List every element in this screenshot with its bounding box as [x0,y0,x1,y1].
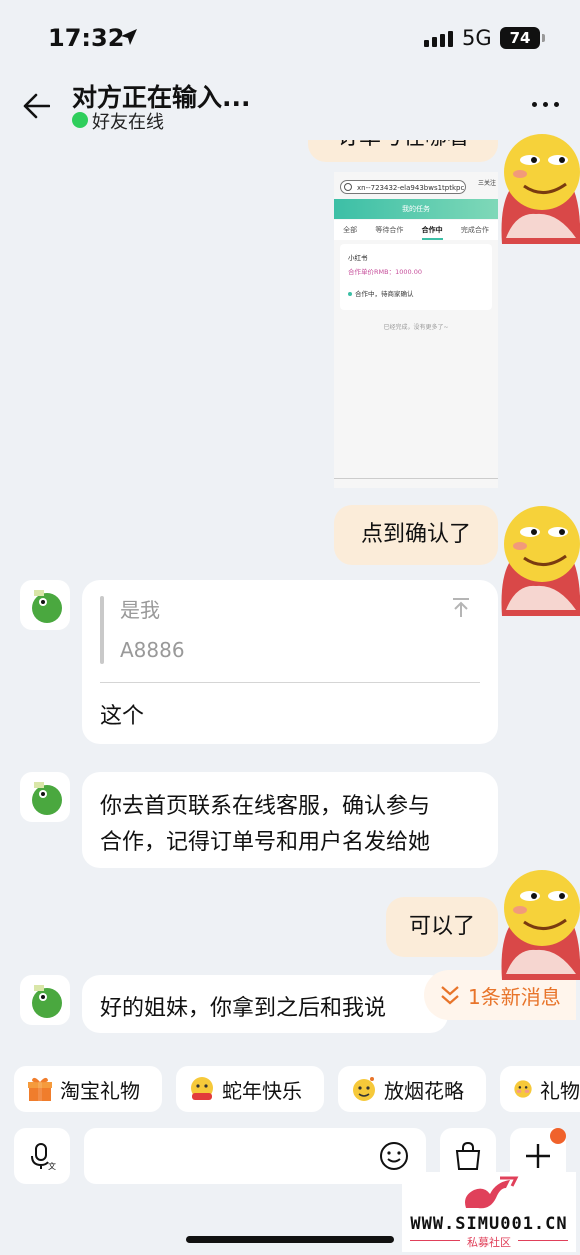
message-text: 订单号在哪看 [337,140,469,150]
quick-reply-fireworks[interactable]: 放烟花略 [338,1066,486,1112]
online-status-dot [72,112,88,128]
online-status-text: 好友在线 [92,112,164,133]
emoji-face-icon [514,1080,532,1098]
quick-reply-gift[interactable]: 礼物 [500,1066,580,1112]
plus-icon [526,1144,550,1168]
chip-label: 蛇年快乐 [222,1078,302,1103]
chip-label: 礼物 [540,1078,580,1103]
message-bubble-incoming[interactable]: 你去首页联系在线客服，确认参与 合作，记得订单号和用户名发给她 [82,772,498,868]
screenshot-footer-hint: 已经完成，没有更多了~ [383,324,449,331]
watermark-sub: 私募社区 [460,1234,518,1250]
message-text: 可以了 [408,914,475,939]
back-arrow-icon[interactable] [22,92,50,120]
message-input[interactable] [84,1128,426,1184]
battery-indicator: 74 [500,27,545,49]
chip-label: 淘宝礼物 [60,1078,140,1103]
screenshot-url-bar: xn--723432-ela943bws1tptkpc570... [340,180,466,194]
quote-text: A8886 [120,638,185,662]
screenshot-side-label: 三关注 [478,180,497,187]
quote-sender: 是我 [120,598,160,622]
site-watermark: WWW.SIMU001.CN 私募社区 [402,1172,576,1252]
screenshot-card-price: 合作单价RMB：1000.00 [348,268,422,276]
contact-avatar[interactable] [20,772,70,822]
microphone-icon: 文 [31,1143,56,1171]
message-text-line: 你去首页联系在线客服，确认参与 [100,794,431,819]
shopping-bag-icon [455,1141,481,1170]
user-sticker-avatar[interactable] [496,852,580,980]
svg-text:文: 文 [48,1161,56,1171]
screenshot-tab: 完成合作 [460,226,489,234]
user-sticker-avatar[interactable] [496,488,580,616]
emoji-icon[interactable] [378,1140,410,1172]
partial-message-clip: 订单号在哪看 [308,140,498,162]
message-text: 这个 [100,704,145,729]
notification-dot [550,1128,566,1144]
screenshot-tab: 全部 [343,226,358,234]
message-text-line: 合作，记得订单号和用户名发给她 [100,830,431,855]
more-options-icon[interactable] [532,102,559,107]
screenshot-search-icon [344,183,352,191]
message-bubble-outgoing[interactable]: 可以了 [386,897,498,957]
user-sticker-avatar[interactable] [496,116,580,244]
watermark-site: WWW.SIMU001.CN [410,1214,568,1234]
gift-icon [28,1077,52,1101]
chip-label: 放烟花略 [384,1078,464,1103]
quick-reply-taobao-gift[interactable]: 淘宝礼物 [14,1066,162,1112]
emoji-face-icon [191,1077,213,1100]
network-type: 5G [462,26,492,50]
message-bubble-partial[interactable]: 订单号在哪看 [308,140,498,162]
message-text: 好的姐妹，你拿到之后和我说 [100,996,387,1021]
screenshot-titlebar: 我的任务 [334,199,498,219]
message-text: 点到确认了 [360,522,471,547]
screenshot-tab-active: 合作中 [421,220,443,240]
location-arrow-icon [121,29,137,45]
screenshot-nav-bar [334,478,498,488]
status-time: 17:32 [48,24,125,52]
voice-input-button[interactable]: 文 [14,1128,70,1184]
screenshot-card-status-text: 合作中，待商家确认 [355,290,414,298]
message-divider [100,682,480,683]
quick-reply-snake-year[interactable]: 蛇年快乐 [176,1066,324,1112]
contact-avatar[interactable] [20,975,70,1025]
signal-icon [424,31,453,47]
message-bubble-incoming[interactable]: 是我 A8886 这个 [82,580,498,744]
contact-avatar[interactable] [20,580,70,630]
screenshot-card-title: 小红书 [348,254,368,262]
screenshot-card-status: 合作中，待商家确认 [348,288,414,298]
message-bubble-outgoing[interactable]: 点到确认了 [334,505,498,565]
emoji-face-icon [353,1077,375,1101]
screenshot-tab: 等待合作 [375,226,404,234]
message-bubble-incoming[interactable]: 好的姐妹，你拿到之后和我说 [82,975,448,1033]
quote-jump-icon[interactable] [450,596,472,618]
double-chevron-down-icon [441,986,459,1005]
screenshot-tabs: 全部 等待合作 合作中 完成合作 [334,220,498,240]
image-message[interactable]: xn--723432-ela943bws1tptkpc570... 三关注 我的… [334,172,498,488]
screenshot-task-card: 小红书 合作单价RMB：1000.00 合作中，待商家确认 [340,244,492,310]
new-message-text: 1条新消息 [468,984,561,1009]
home-indicator [186,1236,394,1243]
quote-bar [100,596,104,664]
watermark-logo [465,1176,519,1209]
